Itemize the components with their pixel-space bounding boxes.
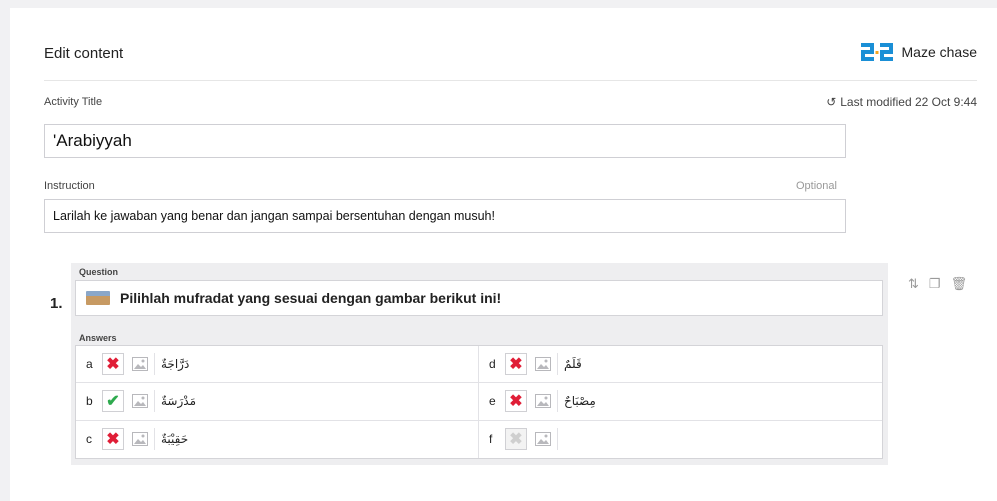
question-text: Pilihlah mufradat yang sesuai dengan gam…	[120, 290, 502, 306]
answers-label: Answers	[79, 333, 117, 343]
add-image-icon[interactable]	[132, 394, 148, 409]
add-image-icon[interactable]	[132, 357, 148, 372]
maze-chase-logo-icon	[860, 43, 893, 61]
answer-text-input[interactable]: مِصْبَاحٌ	[564, 394, 596, 408]
question-number: 1.	[50, 295, 63, 312]
answer-divider	[154, 428, 155, 451]
header-divider	[44, 80, 977, 81]
incorrect-toggle-icon[interactable]: ✖	[505, 428, 527, 451]
answer-text-input[interactable]: قَلَمٌ	[564, 357, 582, 371]
answer-option-a: a ✖ دَرَّاجَةٌ	[76, 346, 479, 384]
reorder-icon[interactable]: ⇅	[908, 276, 919, 292]
instruction-value: Larilah ke jawaban yang benar dan jangan…	[53, 209, 495, 223]
activity-title-input[interactable]: 'Arabiyyah	[44, 124, 846, 158]
instruction-label: Instruction	[44, 180, 95, 192]
answer-letter: a	[86, 357, 93, 372]
last-modified-text: Last modified 22 Oct 9:44	[840, 95, 977, 109]
answer-letter: c	[86, 432, 92, 447]
answer-text-input[interactable]: دَرَّاجَةٌ	[161, 357, 189, 371]
answer-letter: b	[86, 394, 93, 409]
answer-divider	[154, 390, 155, 413]
answer-letter: e	[489, 394, 496, 409]
last-modified: ↺ Last modified 22 Oct 9:44	[826, 95, 977, 109]
answer-divider	[557, 390, 558, 413]
answer-option-e: e ✖ مِصْبَاحٌ	[479, 383, 882, 421]
question-label: Question	[79, 267, 119, 277]
add-image-icon[interactable]	[535, 394, 551, 409]
trash-icon[interactable]: 🗑	[951, 276, 968, 292]
answer-text-input[interactable]: حَقِيْبَةٌ	[161, 432, 188, 446]
answer-option-b: b ✔ مَدْرَسَةٌ	[76, 383, 479, 421]
add-image-icon[interactable]	[132, 432, 148, 447]
answer-text-input[interactable]: مَدْرَسَةٌ	[161, 394, 196, 408]
correct-toggle-icon[interactable]: ✔	[102, 390, 124, 413]
add-image-icon[interactable]	[535, 357, 551, 372]
optional-label: Optional	[796, 180, 837, 192]
answer-letter: d	[489, 357, 496, 372]
page-title: Edit content	[44, 45, 124, 62]
edit-content-panel: Edit content Maze chase Activity Title ↺…	[10, 8, 997, 501]
answer-option-f: f ✖	[479, 421, 882, 458]
answer-option-d: d ✖ قَلَمٌ	[479, 346, 882, 384]
template-name: Maze chase	[901, 44, 977, 60]
question-image-thumbnail[interactable]	[86, 291, 110, 305]
instruction-input[interactable]: Larilah ke jawaban yang benar dan jangan…	[44, 199, 846, 233]
incorrect-toggle-icon[interactable]: ✖	[505, 353, 527, 376]
answer-divider	[154, 353, 155, 376]
answer-letter: f	[489, 432, 493, 447]
answer-option-c: c ✖ حَقِيْبَةٌ	[76, 420, 479, 458]
answer-divider	[557, 353, 558, 376]
template-badge: Maze chase	[860, 41, 977, 63]
add-image-icon[interactable]	[535, 432, 551, 447]
incorrect-toggle-icon[interactable]: ✖	[102, 353, 124, 376]
activity-title-label: Activity Title	[44, 96, 103, 108]
question-tools: ⇅ ❐ 🗑	[908, 276, 967, 292]
incorrect-toggle-icon[interactable]: ✖	[505, 390, 527, 413]
question-card: Question Pilihlah mufradat yang sesuai d…	[71, 263, 888, 465]
question-input[interactable]: Pilihlah mufradat yang sesuai dengan gam…	[75, 280, 883, 316]
incorrect-toggle-icon[interactable]: ✖	[102, 428, 124, 451]
answer-divider	[557, 428, 558, 451]
duplicate-icon[interactable]: ❐	[929, 276, 941, 292]
answers-grid: a ✖ دَرَّاجَةٌ d ✖ قَلَمٌ b ✔ مَدْرَسَةٌ e ✖ مِصْبَ…	[75, 345, 883, 459]
history-icon: ↺	[826, 95, 837, 109]
activity-title-value: 'Arabiyyah	[53, 131, 132, 150]
